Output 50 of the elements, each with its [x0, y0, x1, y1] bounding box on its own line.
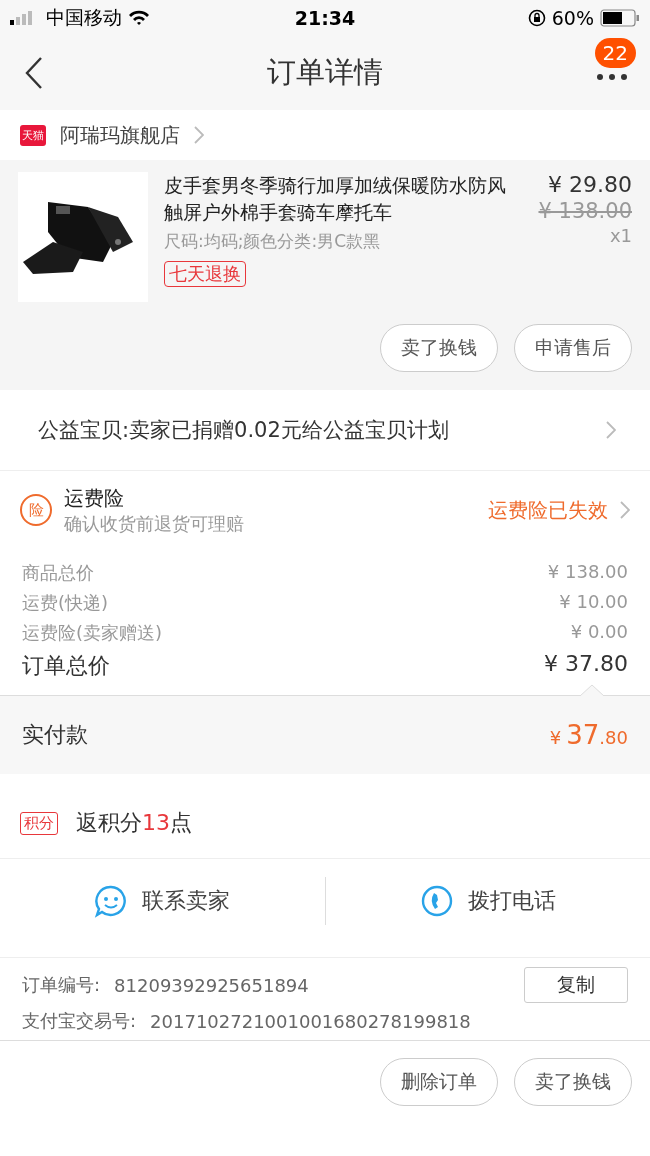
copy-button[interactable]: 复制 [524, 967, 628, 1003]
battery-percent: 60% [551, 7, 594, 29]
info-label: 订单编号: [22, 973, 101, 997]
info-label: 支付宝交易号: [22, 1009, 137, 1033]
info-value: 81209392925651894 [114, 974, 310, 996]
cost-label: 商品总价 [22, 561, 94, 585]
cost-value: ¥ 37.80 [544, 651, 628, 678]
more-icon[interactable] [596, 73, 628, 81]
product-title[interactable]: 皮手套男冬季骑行加厚加绒保暖防水防风触屏户外棉手套骑车摩托车 [164, 172, 516, 226]
points-tag: 积分 [20, 811, 58, 835]
notification-badge: 22 [594, 38, 636, 68]
clock: 21:34 [294, 7, 356, 29]
cost-label: 运费险(卖家赠送) [22, 621, 163, 645]
original-price: ¥ 138.00 [538, 199, 632, 223]
action-button[interactable]: 卖了换钱 [380, 324, 498, 372]
insurance-subtitle: 确认收货前退货可理赔 [64, 511, 245, 536]
info-value: 2017102721001001680278199818 [150, 1010, 472, 1032]
insurance-title: 运费险 [64, 484, 125, 512]
return-policy-tag: 七天退换 [164, 261, 246, 287]
chat-icon [94, 884, 129, 918]
chevron-icon [194, 126, 204, 144]
store-logo: 天猫 [20, 124, 46, 146]
contact-button[interactable]: 拨打电话 [467, 886, 556, 916]
quantity: x1 [609, 225, 632, 246]
battery-icon [600, 9, 640, 27]
cost-value: ¥ 0.00 [570, 621, 628, 644]
action-button[interactable]: 删除订单 [380, 1058, 498, 1106]
chevron-icon [606, 421, 616, 439]
cost-label: 运费(快递) [22, 591, 109, 615]
paid-amount: ¥ 37.80 [549, 720, 628, 750]
paid-label: 实付款 [22, 721, 88, 749]
carrier: 中国移动 [46, 5, 122, 30]
action-button[interactable]: 申请售后 [514, 324, 632, 372]
insurance-icon: 险 [20, 494, 52, 526]
points-text: 返积分13点 [76, 809, 192, 837]
contact-button[interactable]: 联系卖家 [142, 886, 231, 916]
cost-label: 订单总价 [22, 652, 110, 680]
back-icon[interactable] [24, 56, 44, 90]
page-title: 订单详情 [267, 54, 383, 91]
phone-icon [419, 884, 454, 918]
cost-value: ¥ 138.00 [547, 561, 628, 584]
store-name[interactable]: 阿瑞玛旗舰店 [60, 121, 180, 149]
chevron-icon [620, 501, 630, 519]
product-price: ¥ 29.80 [548, 172, 632, 197]
product-spec: 尺码:均码;颜色分类:男C款黑 [164, 230, 381, 253]
rotation-lock-icon [527, 9, 546, 27]
cost-value: ¥ 10.00 [559, 591, 628, 614]
charity-text[interactable]: 公益宝贝:卖家已捐赠0.02元给公益宝贝计划 [38, 416, 449, 444]
wifi-icon [128, 10, 150, 26]
action-button[interactable]: 卖了换钱 [514, 1058, 632, 1106]
